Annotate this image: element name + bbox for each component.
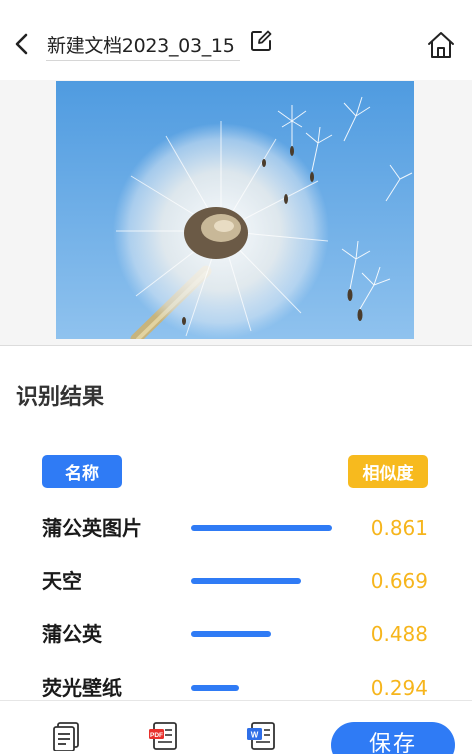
bottom-toolbar: PDF W 保存	[0, 700, 472, 754]
chevron-left-icon	[15, 33, 28, 55]
similarity-bar	[191, 525, 332, 531]
result-row[interactable]: 天空 0.669	[0, 566, 472, 596]
similarity-column-header: 相似度	[348, 455, 428, 488]
dandelion-photo[interactable]	[56, 81, 414, 339]
similarity-score: 0.861	[370, 516, 428, 540]
document-title-field[interactable]: 新建文档2023_03_15	[46, 27, 240, 61]
pdf-badge-label: PDF	[150, 732, 163, 739]
export-text-button[interactable]	[51, 721, 81, 752]
result-row[interactable]: 蒲公英 0.488	[0, 619, 472, 649]
similarity-bar	[191, 631, 271, 637]
result-name: 荧光壁纸	[42, 676, 122, 700]
export-pdf-button[interactable]: PDF	[148, 721, 178, 751]
result-row[interactable]: 蒲公英图片 0.861	[0, 513, 472, 543]
similarity-score: 0.294	[370, 676, 428, 700]
word-badge-label: W	[251, 731, 259, 740]
word-document-icon: W	[247, 722, 275, 750]
back-button[interactable]	[10, 30, 34, 58]
result-name: 蒲公英图片	[42, 516, 142, 540]
similarity-bar	[191, 685, 239, 691]
result-title: 识别结果	[16, 385, 105, 410]
save-button[interactable]: 保存	[331, 722, 455, 754]
document-title: 新建文档2023_03_15	[47, 35, 235, 57]
home-button[interactable]	[425, 29, 457, 61]
name-column-header: 名称	[42, 455, 122, 488]
result-name: 天空	[42, 569, 82, 593]
result-name: 蒲公英	[42, 622, 102, 646]
edit-icon	[251, 30, 272, 51]
home-icon	[428, 32, 454, 58]
edit-title-button[interactable]	[249, 29, 273, 53]
result-row[interactable]: 荧光壁纸 0.294	[0, 673, 472, 703]
text-document-icon	[53, 722, 79, 752]
image-preview-area	[0, 80, 472, 345]
top-bar: 新建文档2023_03_15	[0, 0, 472, 80]
similarity-score: 0.488	[370, 622, 428, 646]
image-divider	[0, 345, 472, 346]
similarity-score: 0.669	[370, 569, 428, 593]
similarity-bar	[191, 578, 301, 584]
export-word-button[interactable]: W	[246, 721, 276, 751]
pdf-document-icon: PDF	[149, 722, 177, 750]
